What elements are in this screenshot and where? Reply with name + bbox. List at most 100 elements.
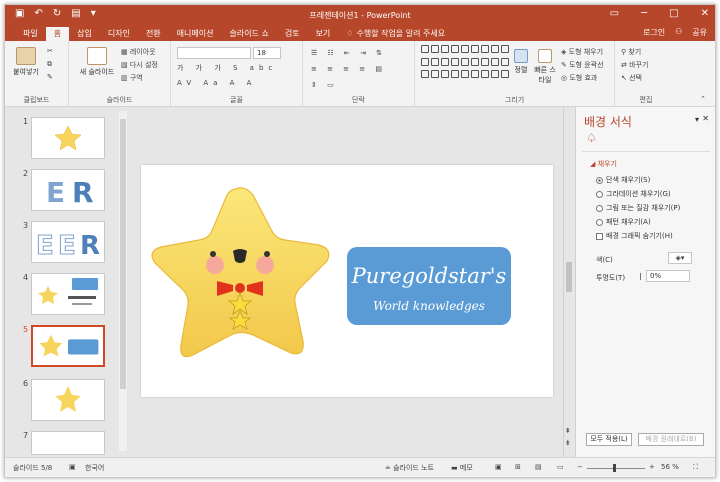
arrange-button[interactable]: 정렬 (511, 49, 531, 75)
minimize-icon[interactable]: ─ (641, 8, 647, 19)
thumb-number: 2 (23, 169, 29, 178)
quick-styles-button[interactable]: 빠른 스타일 (533, 49, 557, 85)
slide-thumbnail-7[interactable] (31, 431, 105, 455)
group-slides: 새 슬라이드 ▦ 레이아웃 ▧ 다시 설정 ▥ 구역 슬라이드 (69, 41, 171, 107)
close-icon[interactable]: ✕ (701, 8, 709, 19)
editor-scrollbar[interactable]: ⇞ ⇟ (563, 107, 573, 457)
direction-buttons[interactable]: ⇕ ▭ (311, 81, 338, 89)
login-link[interactable]: 로그인 (643, 27, 665, 38)
maximize-icon[interactable]: □ (669, 8, 678, 19)
solid-fill-option[interactable]: 단색 채우기(S) (596, 175, 650, 185)
cut-icon[interactable]: ✂ (47, 47, 53, 55)
tab-review[interactable]: 검토 (277, 27, 308, 41)
copy-icon[interactable]: ⧉ (47, 60, 52, 69)
hide-graphics-checkbox[interactable]: 배경 그래픽 숨기기(H) (596, 231, 673, 241)
fill-bucket-icon[interactable]: ♤ (586, 131, 597, 145)
tab-design[interactable]: 디자인 (100, 27, 138, 41)
font-size-box[interactable]: 18 (253, 47, 281, 59)
share-button[interactable]: 공유 (692, 27, 707, 38)
collapse-ribbon-icon[interactable]: ⌃ (700, 95, 706, 103)
banner-title: Puregoldstar's (351, 264, 507, 288)
tab-insert[interactable]: 삽입 (69, 27, 100, 41)
shape-outline-button[interactable]: ✎ 도형 윤곽선 (561, 60, 604, 70)
layout-button[interactable]: ▦ 레이아웃 (121, 47, 156, 57)
slide-thumbnail-2[interactable]: ER (31, 169, 105, 211)
align-buttons[interactable]: ≡ ≡ ≡ ≡ ▤ (311, 65, 386, 73)
zoom-slider-thumb[interactable] (613, 464, 616, 472)
picture-fill-option[interactable]: 그림 또는 질감 채우기(P) (596, 203, 680, 213)
slide-thumbnail-5[interactable] (31, 325, 105, 367)
star-character[interactable] (151, 187, 330, 358)
slide-thumbnail-6[interactable] (31, 379, 105, 421)
slide-thumbnail-1[interactable] (31, 117, 105, 159)
tab-home[interactable]: 홈 (45, 27, 70, 41)
group-label-paragraph: 단락 (352, 96, 365, 104)
zoom-level[interactable]: 56 % (661, 463, 679, 471)
pane-options-icon[interactable]: ▾ (695, 115, 699, 124)
banner-subtitle: World knowledges (373, 299, 485, 313)
replace-icon: ⇄ (621, 61, 630, 69)
fill-section-header[interactable]: ◢ 채우기 (590, 159, 617, 169)
gradient-fill-option[interactable]: 그라데이션 채우기(G) (596, 189, 671, 199)
apply-all-button[interactable]: 모두 적용(L) (586, 433, 632, 446)
tab-animations[interactable]: 애니메이션 (169, 27, 222, 41)
reset-background-button[interactable]: 배경 원래대로(B) (638, 433, 704, 446)
replace-button[interactable]: ⇄ 바꾸기 (621, 60, 648, 70)
shape-fill-button[interactable]: ◈ 도형 채우기 (561, 47, 603, 57)
window-controls: ▭ ─ □ ✕ (610, 8, 709, 19)
font-name-box[interactable] (177, 47, 251, 59)
select-button[interactable]: ↖ 선택 (621, 73, 642, 83)
sorter-view-icon[interactable]: ⊞ (515, 463, 521, 471)
reading-view-icon[interactable]: ▤ (535, 463, 542, 471)
thumb-number: 5 (23, 325, 29, 334)
tab-view[interactable]: 보기 (308, 27, 339, 41)
fit-to-window-icon[interactable]: ⛶ (693, 463, 698, 472)
paste-button[interactable]: 붙여넣기 (11, 47, 41, 77)
clipboard-icon (16, 47, 36, 65)
pattern-fill-option[interactable]: 패턴 채우기(A) (596, 217, 651, 227)
group-label-drawing: 그리기 (504, 96, 525, 104)
tab-file[interactable]: 파일 (15, 27, 46, 41)
reset-button[interactable]: ▧ 다시 설정 (121, 60, 158, 70)
status-bar: 슬라이드 5/8 ▣ 한국어 ≐ 슬라이드 노트 ▬ 메모 ▣ ⊞ ▤ ▭ − … (5, 457, 715, 477)
font-format-buttons[interactable]: 가 가 가 S abc (177, 63, 277, 73)
new-slide-button[interactable]: 새 슬라이드 (77, 47, 117, 77)
scroll-down-icon[interactable]: ⇟ (565, 439, 571, 447)
tell-me-box[interactable]: 수행할 작업을 알려 주세요 (356, 27, 445, 41)
zoom-in-icon[interactable]: + (649, 463, 655, 471)
shapes-gallery[interactable] (421, 45, 509, 81)
zoom-slider[interactable] (587, 468, 645, 469)
tab-transitions[interactable]: 전환 (138, 27, 169, 41)
font-case-buttons[interactable]: AV Aa A A (177, 79, 256, 87)
ribbon-options-icon[interactable]: ▭ (610, 8, 619, 19)
person-icon: ⚇ (675, 27, 683, 36)
thumb-number: 6 (23, 379, 29, 388)
slideshow-view-icon[interactable]: ▭ (557, 463, 564, 471)
group-clipboard: 붙여넣기 ✂ ⧉ ✎ 클립보드 (5, 41, 69, 107)
color-label: 색(C) (596, 256, 613, 264)
reset-icon: ▧ (121, 61, 130, 69)
language-indicator[interactable]: 한국어 (85, 463, 104, 473)
paint-bucket-icon: ◈▾ (675, 254, 685, 262)
thumbnails-scrollbar[interactable] (119, 111, 127, 451)
slide-thumbnail-4[interactable] (31, 273, 105, 315)
notes-button[interactable]: ≐ 슬라이드 노트 (385, 463, 434, 473)
slide-canvas[interactable]: Puregoldstar's World knowledges (141, 165, 553, 397)
group-label-slides: 슬라이드 (106, 96, 133, 104)
find-button[interactable]: ⚲ 찾기 (621, 47, 641, 57)
normal-view-icon[interactable]: ▣ (495, 463, 502, 471)
shape-effects-button[interactable]: ◎ 도형 효과 (561, 73, 597, 83)
pane-close-icon[interactable]: ✕ (702, 114, 709, 123)
section-button[interactable]: ▥ 구역 (121, 73, 143, 83)
spellcheck-icon[interactable]: ▣ (69, 463, 76, 471)
zoom-out-icon[interactable]: − (577, 463, 583, 471)
format-painter-icon[interactable]: ✎ (47, 73, 53, 81)
svg-text:E: E (46, 176, 65, 209)
tab-slideshow[interactable]: 슬라이드 쇼 (221, 27, 276, 41)
transparency-input[interactable]: 0% (646, 270, 690, 282)
comments-button[interactable]: ▬ 메모 (451, 463, 473, 473)
scroll-up-icon[interactable]: ⇞ (565, 427, 571, 435)
color-picker-button[interactable]: ◈▾ (668, 252, 692, 264)
list-buttons[interactable]: ☰ ☷ ⇤ ⇥ ⇅ (311, 49, 386, 57)
slide-thumbnail-3[interactable]: EER (31, 221, 105, 263)
